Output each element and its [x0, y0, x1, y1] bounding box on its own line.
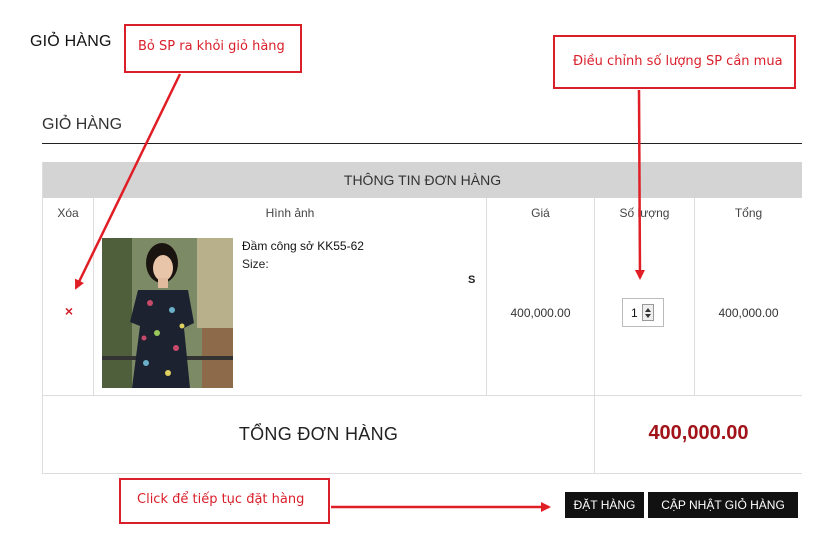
update-cart-button[interactable]: CẬP NHẬT GIỎ HÀNG	[648, 492, 798, 518]
section-divider	[42, 143, 802, 144]
column-header-remove: Xóa	[57, 206, 79, 220]
product-size-value: S	[468, 274, 476, 286]
item-price: 400,000.00	[510, 306, 571, 320]
row-divider	[43, 395, 802, 396]
page-title: GIỎ HÀNG	[30, 33, 112, 50]
product-name[interactable]: Đầm công sở KK55-62	[242, 239, 364, 253]
column-divider	[486, 198, 487, 395]
column-divider	[694, 198, 695, 395]
product-image[interactable]	[102, 238, 233, 388]
cart-section-title: GIỎ HÀNG	[42, 116, 123, 133]
order-total-label: TỔNG ĐƠN HÀNG	[238, 424, 399, 444]
order-info-header: THÔNG TIN ĐƠN HÀNG	[43, 162, 802, 198]
column-divider	[93, 198, 94, 395]
product-size-label: Size:	[242, 257, 269, 271]
item-line-total: 400,000.00	[718, 306, 779, 320]
column-header-price: Giá	[531, 206, 550, 220]
order-total-value: 400,000.00	[648, 422, 749, 444]
order-button[interactable]: ĐẶT HÀNG	[565, 492, 644, 518]
quantity-value[interactable]: 1	[631, 306, 638, 320]
annotation-adjust-quantity: Điều chỉnh số lượng SP cần mua	[553, 35, 796, 89]
column-header-image: Hình ảnh	[265, 206, 315, 220]
quantity-stepper[interactable]: 1	[622, 298, 664, 327]
chevron-down-icon[interactable]	[645, 314, 651, 318]
annotation-continue-order: Click để tiếp tục đặt hàng	[119, 478, 330, 524]
cart-table: THÔNG TIN ĐƠN HÀNG Xóa Hình ảnh Giá Số l…	[42, 162, 802, 474]
column-header-quantity: Số lượng	[619, 206, 670, 220]
annotation-remove-item: Bỏ SP ra khỏi giỏ hàng	[124, 24, 302, 73]
spinner-arrows-icon[interactable]	[642, 304, 654, 321]
remove-item-icon[interactable]: ×	[61, 303, 77, 319]
column-header-total: Tổng	[734, 206, 763, 220]
chevron-up-icon[interactable]	[645, 308, 651, 312]
